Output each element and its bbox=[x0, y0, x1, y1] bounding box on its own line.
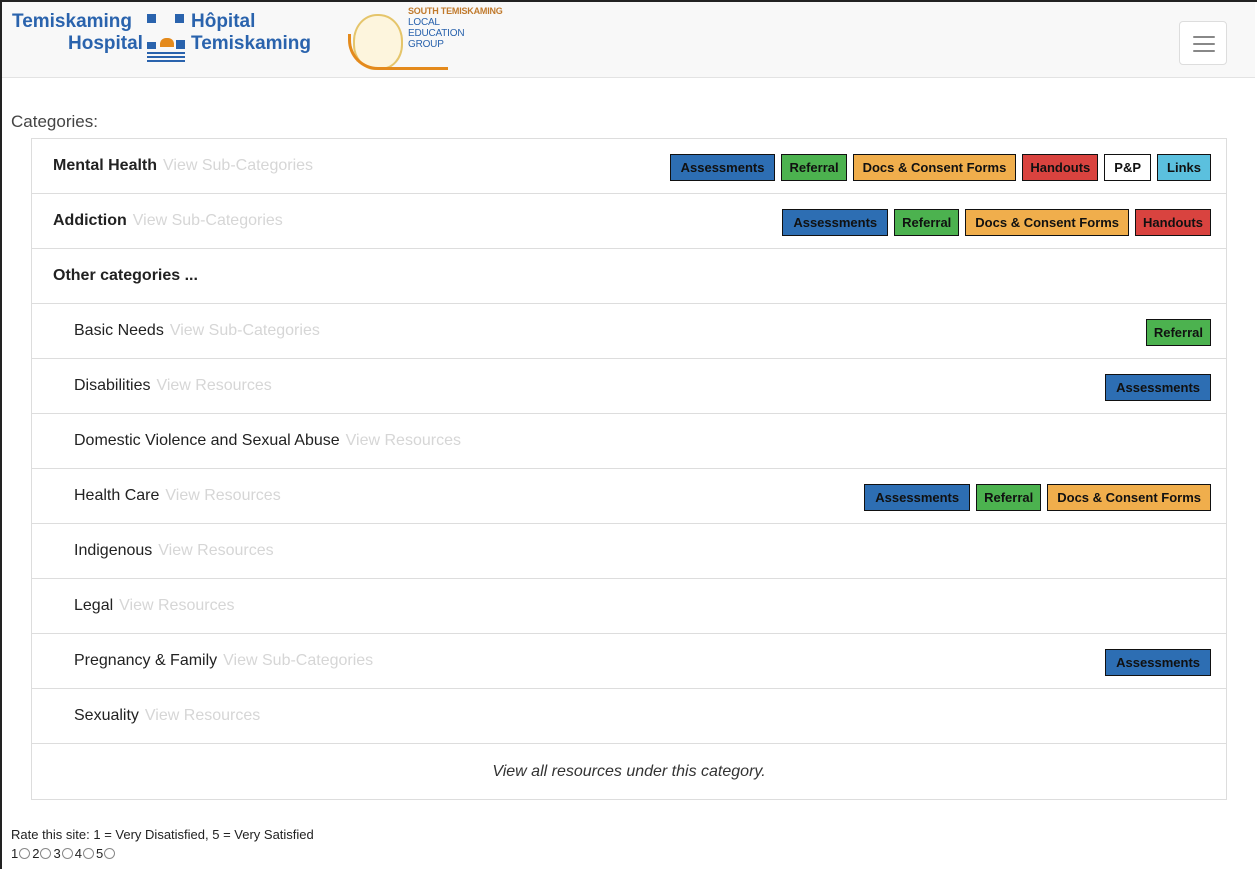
rating-radio-2[interactable] bbox=[40, 848, 52, 859]
category-name[interactable]: Domestic Violence and Sexual Abuse bbox=[74, 432, 340, 450]
local-education-group-logo[interactable]: SOUTH TEMISKAMING LOCAL EDUCATION GROUP bbox=[348, 4, 508, 76]
view-link[interactable]: View Resources bbox=[156, 377, 271, 395]
badge-docs-consent-forms[interactable]: Docs & Consent Forms bbox=[852, 154, 1017, 181]
navbar: Temiskaming Hospital Hôpital Temiskaming… bbox=[2, 2, 1255, 78]
view-link[interactable]: View Resources bbox=[158, 542, 273, 560]
badge-assessments[interactable]: Assessments bbox=[782, 209, 889, 236]
logo-text-hopital: Hôpital bbox=[191, 11, 256, 32]
category-name[interactable]: Pregnancy & Family bbox=[74, 652, 217, 670]
rating-number: 2 bbox=[32, 846, 40, 861]
category-row: Sexuality View Resources bbox=[32, 689, 1226, 744]
view-link[interactable]: View Sub-Categories bbox=[223, 652, 373, 670]
categories-list: Mental Health View Sub-Categories Assessme… bbox=[31, 138, 1227, 800]
badge-handouts[interactable]: Handouts bbox=[1022, 154, 1099, 181]
category-name[interactable]: Health Care bbox=[74, 487, 159, 505]
view-link[interactable]: View Resources bbox=[145, 707, 260, 725]
view-link[interactable]: View Sub-Categories bbox=[163, 157, 313, 175]
resource-badges: Assessments Referral Docs & Consent Forms bbox=[864, 484, 1211, 511]
resource-badges: Assessments bbox=[1105, 649, 1211, 676]
category-row: Health Care View Resources Assessments Refe… bbox=[32, 469, 1226, 524]
badge-referral[interactable]: Referral bbox=[894, 209, 960, 236]
category-row: Domestic Violence and Sexual Abuse View R… bbox=[32, 414, 1226, 469]
logo-text-hospital: Hospital bbox=[68, 33, 143, 54]
resource-badges: Assessments Referral Docs & Consent Forms H… bbox=[782, 209, 1211, 236]
rating-radio-3[interactable] bbox=[61, 848, 73, 859]
badge-assessments[interactable]: Assessments bbox=[669, 154, 776, 181]
view-all-row: View all resources under this category. bbox=[32, 744, 1226, 799]
resource-badges: Referral bbox=[1145, 319, 1211, 346]
badge-referral[interactable]: Referral bbox=[781, 154, 847, 181]
badge-referral[interactable]: Referral bbox=[1145, 319, 1211, 346]
view-link[interactable]: View Sub-Categories bbox=[133, 212, 283, 230]
temiskaming-hospital-logo[interactable]: Temiskaming Hospital Hôpital Temiskaming bbox=[12, 12, 342, 72]
categories-heading: Categories: bbox=[11, 112, 98, 131]
badge-docs-consent-forms[interactable]: Docs & Consent Forms bbox=[965, 209, 1130, 236]
category-name[interactable]: Other categories ... bbox=[53, 267, 198, 285]
category-name[interactable]: Mental Health bbox=[53, 157, 157, 175]
rating-radio-1[interactable] bbox=[19, 848, 31, 859]
view-all-link[interactable]: View all resources under this category. bbox=[492, 763, 765, 781]
category-name[interactable]: Disabilities bbox=[74, 377, 150, 395]
rating-number: 5 bbox=[95, 846, 104, 861]
view-link[interactable]: View Sub-Categories bbox=[170, 322, 320, 340]
category-row: Addiction View Sub-Categories Assessments R… bbox=[32, 194, 1226, 249]
category-row: Disabilities View Resources Assessments bbox=[32, 359, 1226, 414]
badge-handouts[interactable]: Handouts bbox=[1135, 209, 1211, 236]
badge-assessments[interactable]: Assessments bbox=[1105, 649, 1211, 676]
rating-number: 1 bbox=[11, 846, 19, 861]
category-row: Pregnancy & Family View Sub-Categories Ass… bbox=[32, 634, 1226, 689]
view-link[interactable]: View Resources bbox=[346, 432, 461, 450]
rating-radio-4[interactable] bbox=[82, 848, 94, 859]
category-row: Indigenous View Resources bbox=[32, 524, 1226, 579]
logo-text-temiskaming-fr: Temiskaming bbox=[191, 33, 312, 54]
category-row: Legal View Resources bbox=[32, 579, 1226, 634]
rating-radio-5[interactable] bbox=[104, 848, 116, 859]
badge-docs-consent-forms[interactable]: Docs & Consent Forms bbox=[1047, 484, 1211, 511]
view-link[interactable]: View Resources bbox=[119, 597, 234, 615]
resource-badges: Assessments bbox=[1105, 374, 1211, 401]
badge-referral[interactable]: Referral bbox=[976, 484, 1042, 511]
badge-assessments[interactable]: Assessments bbox=[864, 484, 971, 511]
category-name[interactable]: Addiction bbox=[53, 212, 127, 230]
rating-prompt: Rate this site: 1 = Very Disatisfied, 5 … bbox=[11, 827, 314, 842]
rating-number: 3 bbox=[53, 846, 61, 861]
badge-assessments[interactable]: Assessments bbox=[1105, 374, 1211, 401]
category-name[interactable]: Basic Needs bbox=[74, 322, 164, 340]
badge-links[interactable]: Links bbox=[1157, 154, 1211, 181]
rating-number: 4 bbox=[74, 846, 82, 861]
category-row: Mental Health View Sub-Categories Assessme… bbox=[32, 139, 1226, 194]
category-name[interactable]: Legal bbox=[74, 597, 113, 615]
category-row: Basic Needs View Sub-Categories Referral bbox=[32, 304, 1226, 359]
category-name[interactable]: Sexuality bbox=[74, 707, 139, 725]
rating-options: 12345 bbox=[11, 846, 117, 861]
resource-badges: Assessments Referral Docs & Consent Forms H… bbox=[669, 154, 1211, 181]
logo-text-temiskaming: Temiskaming bbox=[12, 11, 133, 32]
hamburger-icon[interactable] bbox=[1179, 21, 1227, 65]
category-name[interactable]: Indigenous bbox=[74, 542, 152, 560]
category-row: Other categories ... bbox=[32, 249, 1226, 304]
view-link[interactable]: View Resources bbox=[165, 487, 280, 505]
badge-p-p[interactable]: P&P bbox=[1104, 154, 1152, 181]
